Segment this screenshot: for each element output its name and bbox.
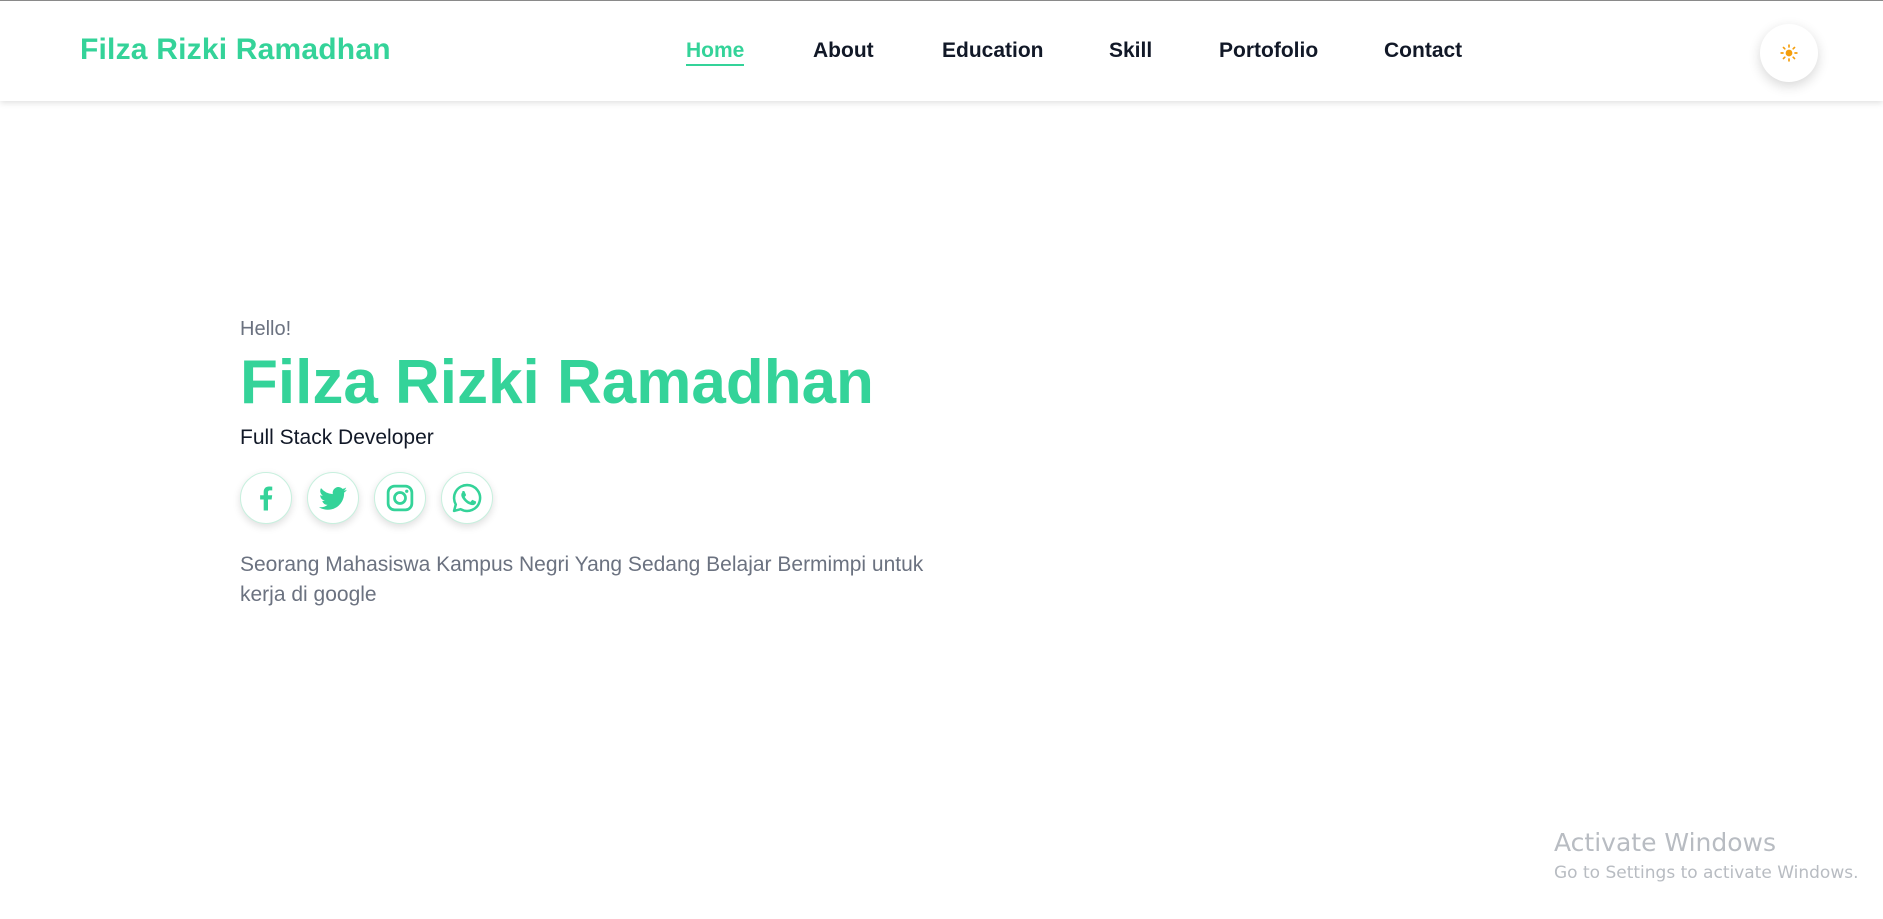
- nav-link-about[interactable]: About: [813, 39, 874, 63]
- facebook-icon: [260, 486, 273, 511]
- nav-link-education[interactable]: Education: [942, 39, 1044, 63]
- hero-name: Filza Rizki Ramadhan: [240, 348, 874, 417]
- navbar: Filza Rizki Ramadhan Home About Educatio…: [0, 0, 1883, 101]
- theme-toggle-button[interactable]: [1760, 24, 1818, 82]
- instagram-button[interactable]: [374, 472, 426, 525]
- twitter-icon: [319, 487, 347, 511]
- whatsapp-icon: [452, 484, 482, 513]
- nav-link-skill[interactable]: Skill: [1109, 39, 1152, 63]
- facebook-button[interactable]: [240, 472, 292, 525]
- watermark-title: Activate Windows: [1554, 828, 1776, 857]
- brand-logo[interactable]: Filza Rizki Ramadhan: [80, 33, 391, 67]
- watermark-subtitle: Go to Settings to activate Windows.: [1554, 863, 1859, 883]
- hero-greeting: Hello!: [240, 318, 292, 340]
- twitter-button[interactable]: [307, 472, 359, 525]
- hero-section: Hello! Filza Rizki Ramadhan Full Stack D…: [240, 318, 1000, 610]
- windows-activation-watermark: Activate Windows Go to Settings to activ…: [1554, 828, 1859, 883]
- whatsapp-button[interactable]: [441, 472, 493, 525]
- sun-icon: [1780, 44, 1798, 62]
- hero-description: Seorang Mahasiswa Kampus Negri Yang Seda…: [240, 553, 924, 607]
- hero-role: Full Stack Developer: [240, 426, 434, 450]
- social-links: [240, 472, 1000, 525]
- nav-link-contact[interactable]: Contact: [1384, 39, 1462, 63]
- nav-link-portofolio[interactable]: Portofolio: [1219, 39, 1318, 63]
- instagram-icon: [386, 485, 414, 512]
- nav-link-home[interactable]: Home: [686, 39, 745, 66]
